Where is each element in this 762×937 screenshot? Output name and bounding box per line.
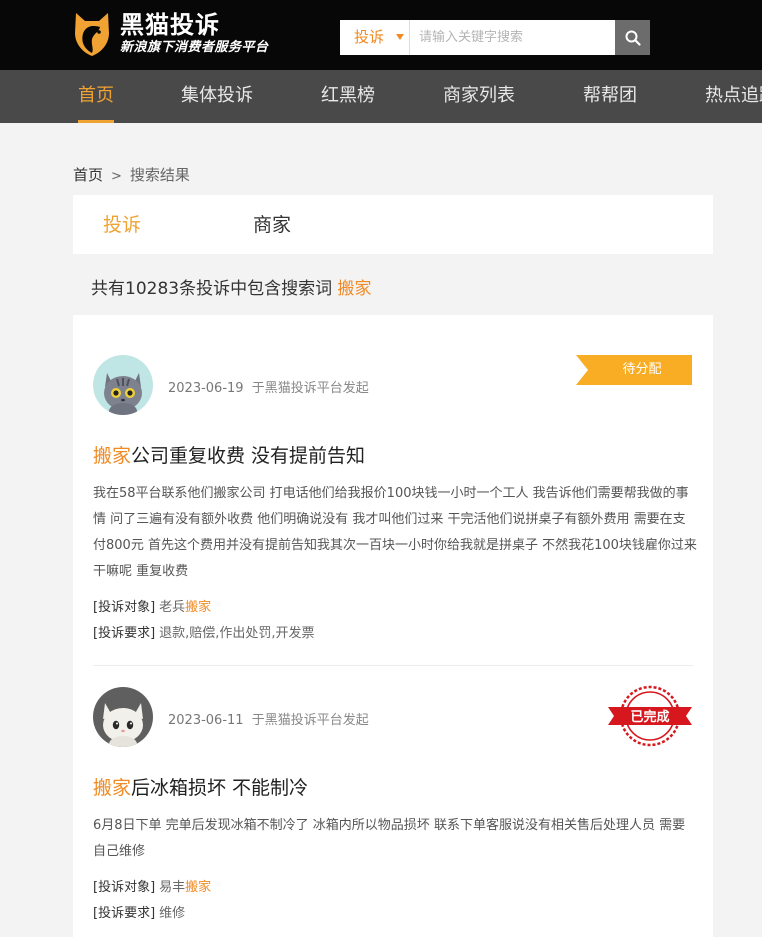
nav-item-hot-tracking[interactable]: 热点追踪: [705, 70, 762, 123]
gray-cat-avatar-icon: [93, 355, 153, 415]
target-keyword: 搬家: [185, 600, 212, 615]
nav-item-merchant-list[interactable]: 商家列表: [443, 70, 515, 123]
search-type-label: 投诉: [354, 28, 385, 46]
nav-item-help-group[interactable]: 帮帮团: [583, 70, 637, 123]
completed-stamp-icon: 已完成: [608, 685, 692, 747]
complaint-date: 2023-06-19: [168, 381, 244, 396]
status-label: 待分配: [622, 362, 662, 377]
avatar: [93, 355, 153, 415]
complaint-title[interactable]: 搬家公司重复收费 没有提前告知: [93, 441, 365, 468]
caret-down-icon: [396, 34, 404, 40]
breadcrumb-home[interactable]: 首页: [73, 166, 103, 184]
target-label: [投诉对象]: [93, 880, 156, 895]
complaint-meta: 2023-06-19 于黑猫投诉平台发起: [168, 377, 369, 396]
title-keyword: 搬家: [93, 445, 132, 467]
complaint-platform: 于黑猫投诉平台发起: [251, 713, 369, 728]
top-bar: 黑猫投诉 新浪旗下消费者服务平台 投诉: [0, 0, 762, 70]
complaint-platform: 于黑猫投诉平台发起: [251, 381, 369, 396]
breadcrumb-current: 搜索结果: [129, 166, 190, 184]
target-keyword: 搬家: [185, 880, 212, 895]
nav-item-red-black-list[interactable]: 红黑榜: [321, 70, 375, 123]
target-label: [投诉对象]: [93, 600, 156, 615]
avatar: [93, 687, 153, 747]
site-title[interactable]: 黑猫投诉: [120, 12, 220, 38]
complaint-target: [投诉对象] 易丰搬家: [93, 876, 211, 895]
search-icon: [625, 30, 641, 46]
search-bar: 投诉: [340, 20, 650, 55]
breadcrumb-separator: >: [111, 169, 122, 184]
site-slogan: 新浪旗下消费者服务平台: [120, 40, 269, 55]
complaint-list: 2023-06-19 于黑猫投诉平台发起 待分配 搬家公司重复收费 没有提前告知…: [73, 315, 713, 937]
main-nav: 首页 集体投诉 红黑榜 商家列表 帮帮团 热点追踪: [0, 70, 762, 123]
search-keyword: 搬家: [337, 279, 372, 299]
complaint-title[interactable]: 搬家后冰箱损坏 不能制冷: [93, 773, 308, 800]
nav-item-home[interactable]: 首页: [78, 70, 114, 123]
card-divider: [93, 665, 693, 666]
black-cat-logo-icon[interactable]: [72, 11, 112, 57]
target-name: 老兵: [159, 600, 186, 615]
complaint-target: [投诉对象] 老兵搬家: [93, 596, 211, 615]
demand-label: [投诉要求]: [93, 626, 156, 641]
breadcrumb: 首页 > 搜索结果: [73, 164, 190, 185]
target-value[interactable]: 易丰搬家: [159, 880, 211, 895]
status-label: 已完成: [630, 709, 669, 725]
result-tabs: 投诉 商家: [73, 195, 713, 254]
target-value[interactable]: 老兵搬家: [159, 600, 211, 615]
white-cat-avatar-icon: [93, 687, 153, 747]
target-name: 易丰: [159, 880, 186, 895]
tab-merchants[interactable]: 商家: [253, 195, 291, 254]
status-badge: 待分配: [576, 355, 692, 385]
search-input[interactable]: [411, 20, 615, 55]
title-keyword: 搬家: [93, 777, 132, 799]
demand-value: 维修: [159, 906, 186, 921]
tab-complaints[interactable]: 投诉: [103, 195, 141, 254]
result-count-text: 共有10283条投诉中包含搜索词: [91, 279, 333, 299]
complaint-demand: [投诉要求] 维修: [93, 902, 185, 921]
demand-label: [投诉要求]: [93, 906, 156, 921]
complaint-description: 6月8日下单 完单后发现冰箱不制冷了 冰箱内所以物品损坏 联系下单客服说没有相关…: [93, 818, 686, 859]
title-text: 公司重复收费 没有提前告知: [131, 445, 366, 467]
demand-value: 退款,赔偿,作出处罚,开发票: [159, 626, 315, 641]
complaint-meta: 2023-06-11 于黑猫投诉平台发起: [168, 709, 369, 728]
complaint-demand: [投诉要求] 退款,赔偿,作出处罚,开发票: [93, 622, 315, 641]
search-type-select[interactable]: 投诉: [340, 20, 410, 55]
search-button[interactable]: [615, 20, 650, 55]
complaint-description: 我在58平台联系他们搬家公司 打电话他们给我报价100块钱一小时一个工人 我告诉…: [93, 486, 697, 579]
complaint-date: 2023-06-11: [168, 713, 244, 728]
nav-item-group-complaints[interactable]: 集体投诉: [181, 70, 253, 123]
title-text: 后冰箱损坏 不能制冷: [131, 777, 309, 799]
result-summary: 共有10283条投诉中包含搜索词 搬家: [91, 274, 372, 299]
